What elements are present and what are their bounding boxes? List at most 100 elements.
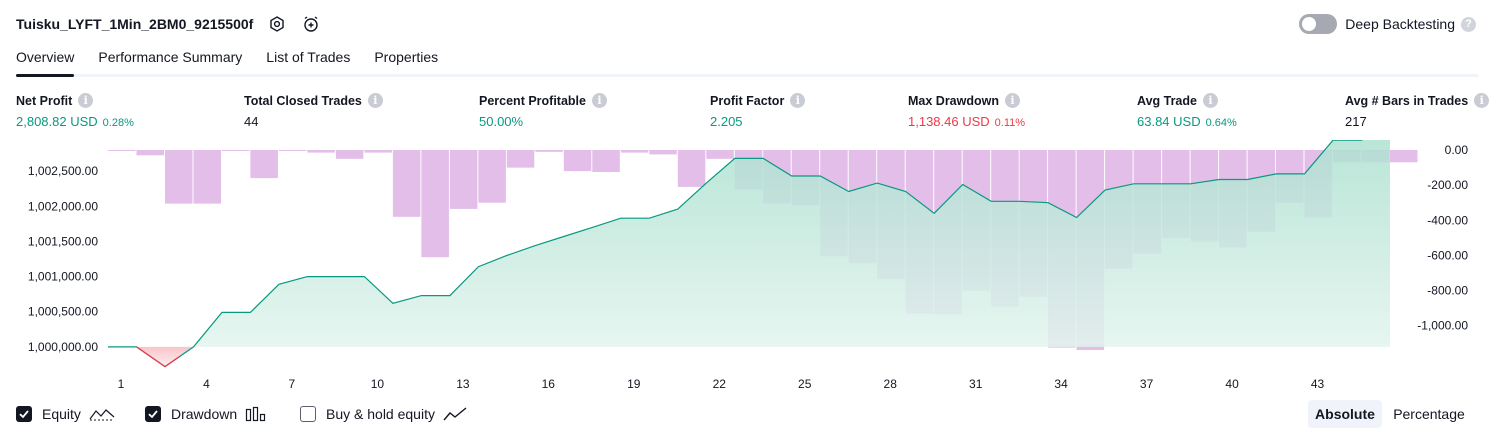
info-icon[interactable]: i bbox=[591, 93, 607, 108]
absolute-button[interactable]: Absolute bbox=[1308, 400, 1382, 428]
metric-percent: 0.28% bbox=[102, 117, 134, 129]
metric-label: Max Drawdown bbox=[908, 93, 999, 108]
y-right-tick-label: -1,000.00 bbox=[1417, 319, 1468, 333]
metric-value: 2,808.82 USD bbox=[16, 114, 98, 129]
drawdown-bar bbox=[478, 150, 506, 203]
alarm-add-icon[interactable] bbox=[301, 14, 321, 34]
metric-value: 1,138.46 USD bbox=[908, 114, 990, 129]
x-tick-label: 4 bbox=[203, 377, 210, 391]
info-icon[interactable]: i bbox=[78, 93, 94, 108]
equity-negative-area bbox=[136, 346, 194, 367]
info-icon[interactable]: i bbox=[1202, 93, 1218, 108]
equity-line-icon bbox=[89, 406, 115, 422]
metric-percent-profitable: Percent Profitable i 50.00% bbox=[479, 93, 607, 129]
metric-label: Total Closed Trades bbox=[244, 93, 362, 108]
deep-backtesting: Deep Backtesting ? bbox=[1299, 14, 1476, 34]
x-tick-label: 16 bbox=[542, 377, 556, 391]
settings-icon[interactable] bbox=[267, 14, 287, 34]
x-tick-label: 28 bbox=[884, 377, 898, 391]
drawdown-bar bbox=[392, 150, 421, 217]
x-tick-label: 40 bbox=[1225, 377, 1239, 391]
drawdown-bar bbox=[449, 150, 478, 209]
drawdown-bar bbox=[335, 150, 364, 159]
x-tick-label: 10 bbox=[371, 377, 385, 391]
tab-overview[interactable]: Overview bbox=[16, 46, 75, 77]
metric-profit-factor: Profit Factor i 2.205 bbox=[710, 93, 806, 129]
info-icon[interactable]: i bbox=[367, 93, 383, 108]
y-left-tick-label: 1,000,000.00 bbox=[28, 340, 98, 354]
header: Tuisku_LYFT_1Min_2BM0_9215500f bbox=[16, 12, 321, 36]
x-tick-label: 31 bbox=[969, 377, 983, 391]
metric-label: Avg # Bars in Trades bbox=[1345, 93, 1469, 108]
x-tick-label: 34 bbox=[1054, 377, 1068, 391]
drawdown-bar bbox=[193, 150, 221, 204]
drawdown-bar bbox=[677, 150, 706, 187]
x-tick-label: 1 bbox=[118, 377, 125, 391]
metric-percent: 0.11% bbox=[994, 117, 1026, 129]
metric-net-profit: Net Profit i 2,808.82 USD 0.28% bbox=[16, 93, 134, 129]
legend-equity[interactable]: Equity bbox=[16, 402, 115, 426]
x-tick-label: 13 bbox=[456, 377, 470, 391]
tab-performance-summary[interactable]: Performance Summary bbox=[98, 46, 242, 74]
equity-drawdown-chart[interactable]: 1,000,000.00 1,000,500.00 1,001,000.00 1,00… bbox=[0, 140, 1494, 395]
drawdown-bar bbox=[421, 150, 449, 258]
info-icon[interactable]: i bbox=[790, 93, 806, 108]
drawdown-bar bbox=[307, 150, 335, 153]
legend-buy-hold[interactable]: Buy & hold equity bbox=[300, 402, 467, 426]
deep-backtesting-toggle[interactable] bbox=[1299, 14, 1338, 34]
drawdown-bar bbox=[222, 150, 250, 151]
y-right-tick-label: 0.00 bbox=[1445, 143, 1469, 157]
drawdown-checkbox[interactable] bbox=[145, 406, 161, 422]
x-tick-label: 25 bbox=[798, 377, 812, 391]
legend-label: Drawdown bbox=[171, 406, 238, 422]
info-icon[interactable]: i bbox=[1005, 93, 1020, 108]
metric-label: Net Profit bbox=[16, 93, 73, 108]
tab-bar: Overview Performance Summary List of Tra… bbox=[16, 46, 1478, 77]
y-left-tick-label: 1,002,500.00 bbox=[28, 164, 98, 178]
help-icon[interactable]: ? bbox=[1461, 16, 1476, 32]
buy-hold-checkbox[interactable] bbox=[300, 406, 316, 422]
metric-label: Avg Trade bbox=[1137, 93, 1197, 108]
drawdown-bar bbox=[136, 150, 164, 156]
drawdown-bar bbox=[506, 150, 535, 168]
drawdown-bar bbox=[165, 150, 193, 204]
info-icon[interactable]: i bbox=[1474, 93, 1490, 108]
toggle-knob bbox=[1302, 17, 1317, 31]
legend-drawdown[interactable]: Drawdown bbox=[145, 402, 267, 426]
metric-percent: 0.64% bbox=[1205, 117, 1237, 129]
buy-hold-line-icon bbox=[443, 406, 467, 422]
metric-label: Percent Profitable bbox=[479, 93, 586, 108]
tab-properties[interactable]: Properties bbox=[374, 46, 438, 74]
metric-value: 63.84 USD bbox=[1137, 114, 1201, 129]
drawdown-bar bbox=[108, 150, 136, 151]
x-tick-label: 22 bbox=[713, 377, 727, 391]
x-tick-label: 43 bbox=[1311, 377, 1325, 391]
drawdown-bar bbox=[649, 150, 677, 155]
percentage-button[interactable]: Percentage bbox=[1386, 400, 1472, 428]
metric-total-closed-trades: Total Closed Trades i 44 bbox=[244, 93, 383, 129]
drawdown-bar bbox=[364, 150, 392, 153]
x-tick-label: 37 bbox=[1140, 377, 1154, 391]
y-right-tick-label: -400.00 bbox=[1427, 213, 1468, 227]
legend-label: Buy & hold equity bbox=[326, 406, 435, 422]
y-right-tick-label: -200.00 bbox=[1427, 178, 1468, 192]
metric-value: 217 bbox=[1345, 114, 1367, 129]
legend-label: Equity bbox=[42, 406, 81, 422]
equity-checkbox[interactable] bbox=[16, 406, 32, 422]
strategy-title: Tuisku_LYFT_1Min_2BM0_9215500f bbox=[16, 16, 254, 32]
drawdown-bar bbox=[535, 150, 563, 152]
y-left-tick-label: 1,001,000.00 bbox=[28, 270, 98, 284]
x-tick-label: 7 bbox=[289, 377, 296, 391]
tab-list-of-trades[interactable]: List of Trades bbox=[266, 46, 350, 74]
drawdown-bar bbox=[278, 150, 307, 151]
drawdown-bar bbox=[592, 150, 620, 172]
drawdown-bars-icon bbox=[245, 406, 267, 422]
drawdown-bar bbox=[620, 150, 649, 153]
drawdown-bar bbox=[1390, 150, 1418, 163]
metric-max-drawdown: Max Drawdown i 1,138.46 USD 0.11% bbox=[908, 93, 1025, 129]
metric-avg-trade: Avg Trade i 63.84 USD 0.64% bbox=[1137, 93, 1237, 129]
drawdown-bar bbox=[706, 150, 734, 159]
metric-value: 50.00% bbox=[479, 114, 524, 129]
drawdown-bar bbox=[250, 150, 278, 179]
metric-value: 2.205 bbox=[710, 114, 743, 129]
